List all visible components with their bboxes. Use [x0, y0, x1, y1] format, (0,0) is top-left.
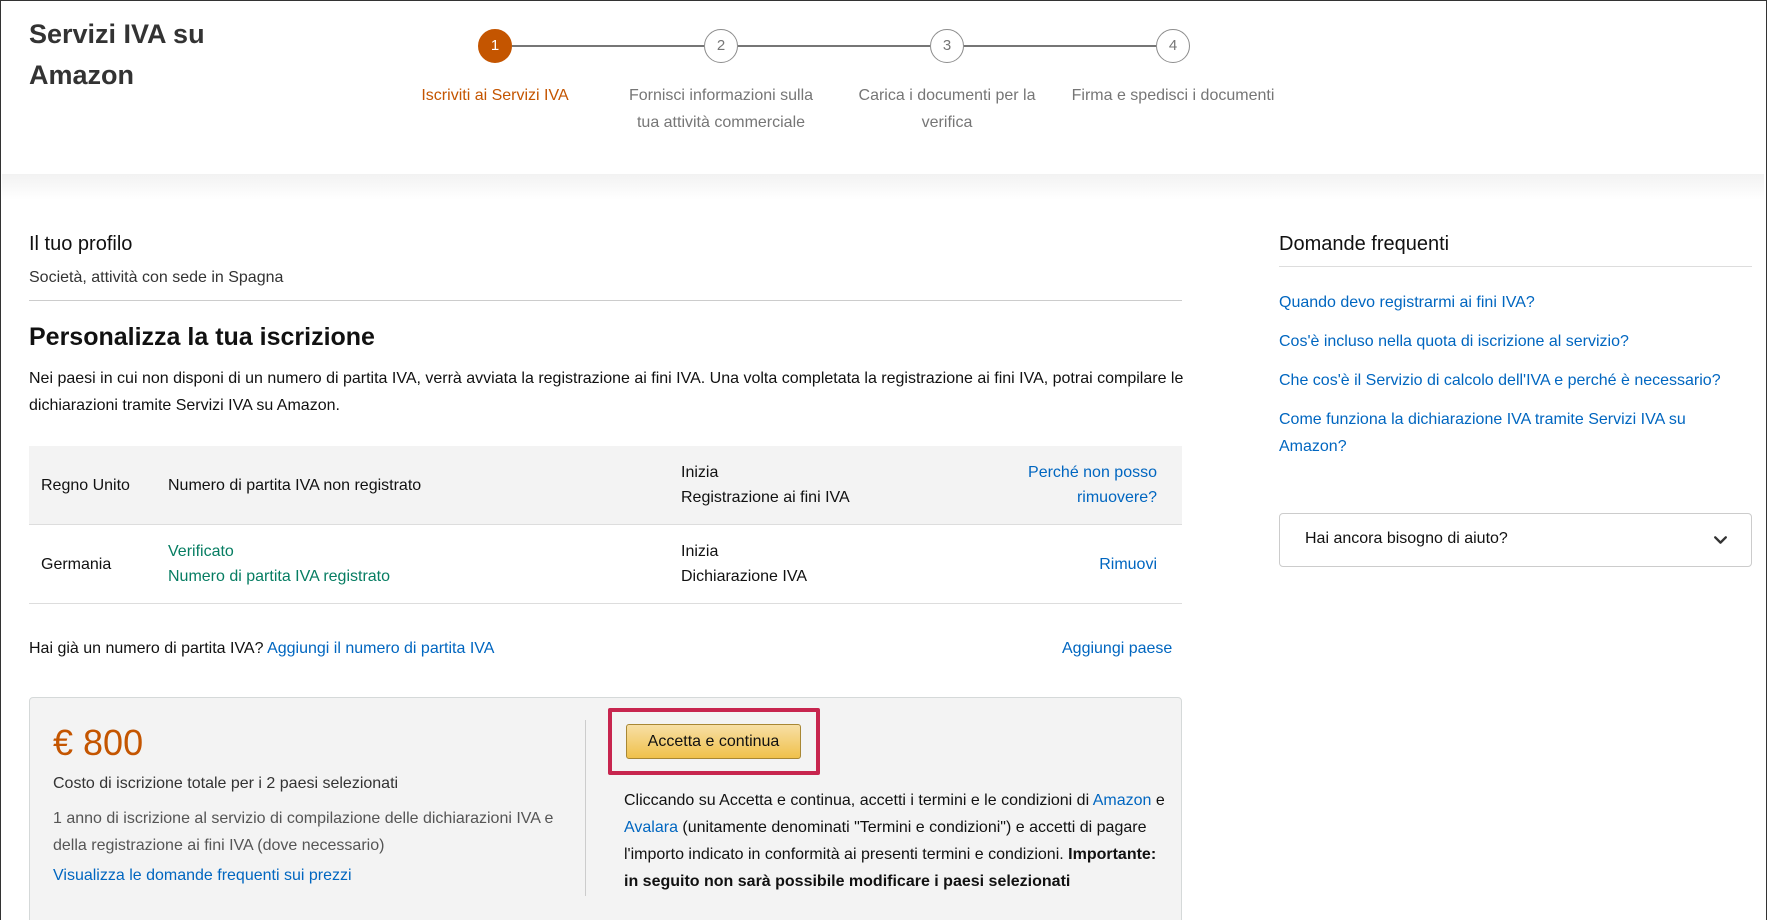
remove-link[interactable]: Rimuovi — [1099, 552, 1157, 577]
cta-highlight-frame: Accetta e continua — [608, 708, 820, 775]
pricing-panel: € 800 Costo di iscrizione totale per i 2… — [29, 697, 1182, 920]
table-row: Germania Verificato Numero di partita IV… — [29, 525, 1182, 604]
step-1-circle: 1 — [478, 29, 512, 63]
terms-and: e — [1155, 792, 1165, 809]
avalara-terms-link[interactable]: Avalara — [624, 819, 678, 836]
price-description: 1 anno di iscrizione al servizio di comp… — [53, 810, 554, 854]
step-2-circle: 2 — [704, 29, 738, 63]
progress-stepper: 1 2 3 4 Iscriviti ai Servizi IVA Fornisc… — [0, 0, 1300, 180]
action-type: Inizia — [681, 543, 719, 560]
profile-heading: Il tuo profilo — [29, 233, 133, 255]
add-vat-number-link[interactable]: Aggiungi il numero di partita IVA — [267, 640, 494, 657]
step-3-label: Carica i documenti per la verifica — [858, 87, 1036, 131]
add-vat-line: Hai già un numero di partita IVA? Aggiun… — [29, 640, 494, 658]
why-cannot-remove-link[interactable]: Perché non posso rimuovere? — [1007, 460, 1157, 510]
add-vat-question: Hai già un numero di partita IVA? — [29, 640, 264, 657]
step-connector — [512, 45, 704, 47]
accept-continue-button[interactable]: Accetta e continua — [626, 724, 801, 759]
country-table: Regno Unito Numero di partita IVA non re… — [29, 446, 1182, 604]
customize-title: Personalizza la tua iscrizione — [29, 323, 375, 351]
pricing-divider — [585, 720, 586, 896]
terms-text: Cliccando su Accetta e continua, accetti… — [624, 787, 1174, 895]
step-1-label: Iscriviti ai Servizi IVA — [421, 87, 569, 104]
vat-status: Numero di partita IVA registrato — [168, 568, 391, 585]
faq-link-how-filing-works[interactable]: Come funziona la dichiarazione IVA trami… — [1279, 406, 1749, 460]
vat-status: Numero di partita IVA non registrato — [168, 477, 422, 494]
step-connector — [964, 45, 1156, 47]
step-connector — [738, 45, 930, 47]
price-total-label: Costo di iscrizione totale per i 2 paesi… — [53, 775, 399, 792]
faq-divider — [1279, 266, 1752, 267]
country-name: Germania — [41, 556, 112, 573]
faq-title: Domande frequenti — [1279, 233, 1450, 255]
pricing-faq-link[interactable]: Visualizza le domande frequenti sui prez… — [53, 867, 352, 885]
step-4-label: Firma e spedisci i documenti — [1071, 87, 1275, 104]
action-type: Inizia — [681, 464, 719, 481]
faq-link-when-register[interactable]: Quando devo registrarmi ai fini IVA? — [1279, 289, 1749, 316]
chevron-down-icon — [1714, 536, 1727, 544]
help-label: Hai ancora bisogno di aiuto? — [1305, 530, 1508, 547]
step-4-circle: 4 — [1156, 29, 1190, 63]
help-accordion[interactable]: Hai ancora bisogno di aiuto? — [1279, 513, 1752, 567]
terms-intro: Cliccando su Accetta e continua, accetti… — [624, 792, 1090, 809]
profile-divider — [29, 300, 1182, 301]
header-shadow — [2, 174, 1764, 200]
verified-label: Verificato — [168, 543, 234, 560]
faq-list: Quando devo registrarmi ai fini IVA? Cos… — [1279, 289, 1749, 472]
action-service: Registrazione ai fini IVA — [681, 489, 850, 506]
price-amount: € 800 — [53, 722, 144, 763]
table-row: Regno Unito Numero di partita IVA non re… — [29, 446, 1182, 525]
step-3-circle: 3 — [930, 29, 964, 63]
action-service: Dichiarazione IVA — [681, 568, 807, 585]
customize-description: Nei paesi in cui non disponi di un numer… — [29, 370, 1184, 414]
step-2-label: Fornisci informazioni sulla tua attività… — [628, 87, 814, 131]
faq-link-fee-included[interactable]: Cos'è incluso nella quota di iscrizione … — [1279, 328, 1749, 355]
add-country-link[interactable]: Aggiungi paese — [1062, 640, 1172, 658]
faq-link-vat-calculation[interactable]: Che cos'è il Servizio di calcolo dell'IV… — [1279, 367, 1749, 394]
country-name: Regno Unito — [41, 477, 130, 494]
profile-subtitle: Società, attività con sede in Spagna — [29, 269, 284, 286]
amazon-terms-link[interactable]: Amazon — [1093, 792, 1152, 809]
